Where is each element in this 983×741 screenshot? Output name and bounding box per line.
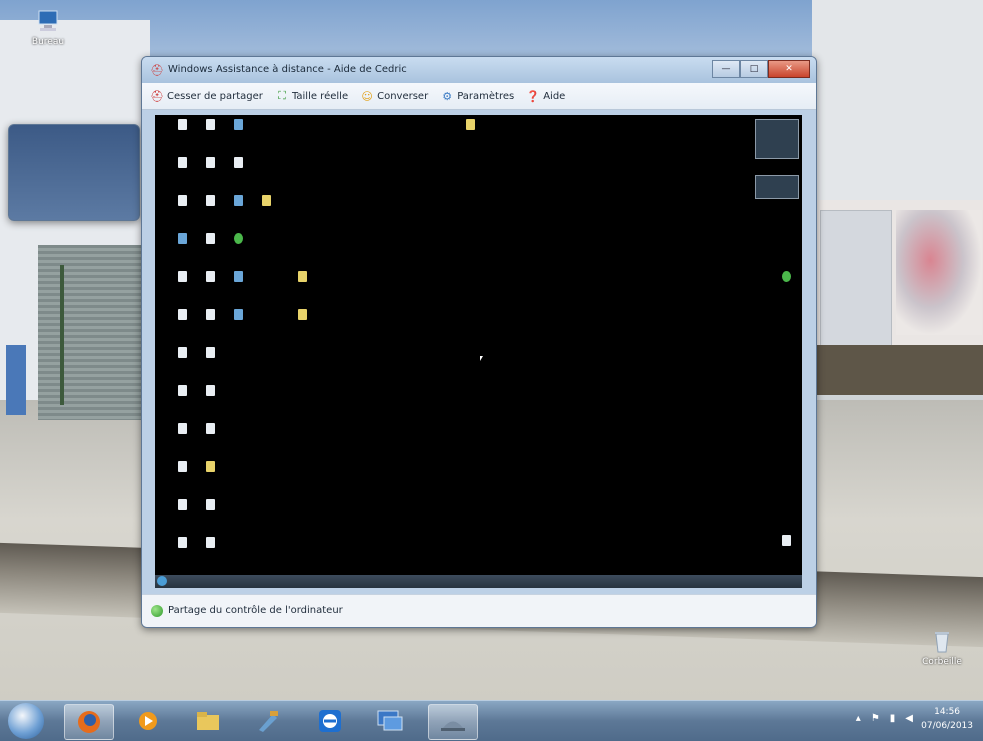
window-controls: — □ ✕ [712,60,810,78]
desktop-icon-label: Corbeille [922,657,962,667]
stop-sharing-label: Cesser de partager [167,90,263,102]
chat-icon: ☺ [361,89,373,103]
wallpaper-wall-base [812,345,983,395]
remote-assistance-icon [441,721,465,731]
system-tray: ▴ ⚑ ▮ ◀ [846,713,913,724]
remote-desktop-icon[interactable] [213,157,263,170]
desktop-icon-label: Bureau [31,37,65,47]
taskbar: ▴ ⚑ ▮ ◀ 14:56 07/06/2013 [0,700,983,741]
remote-desktop-icon[interactable] [213,271,263,284]
window-toolbar: ⛑ Cesser de partager ⛶ Taille réelle ☺ C… [142,83,816,110]
wallpaper-rolling-door [820,210,892,347]
explorer-icon[interactable] [184,704,232,738]
remote-gadget-thumbnail[interactable] [755,119,799,159]
window-titlebar[interactable]: ⛑ Windows Assistance à distance - Aide d… [142,57,816,83]
wallpaper-graffiti [896,210,982,335]
remote-desktop-icon[interactable] [185,423,235,436]
remote-assistance-taskbar-button[interactable] [428,704,478,740]
desktop-icon-recycle-bin[interactable]: Corbeille [912,628,972,667]
remote-desktop-icon[interactable] [185,499,235,512]
teamviewer-icon[interactable] [306,704,354,738]
remote-desktop-icon[interactable] [213,119,263,132]
wallpaper-windows [8,124,140,221]
computer-icon [38,10,58,31]
remote-desktop-icon[interactable] [185,461,235,474]
settings-button[interactable]: ⚙ Paramètres [440,90,514,103]
help-label: Aide [543,90,566,102]
remote-desktop-icon[interactable] [277,309,327,322]
remote-desktop-icon[interactable] [185,385,235,398]
remote-desktop-icon[interactable] [213,309,263,322]
remote-desktop-view[interactable] [155,115,802,575]
help-button[interactable]: ❓ Aide [526,90,565,103]
remote-desktop-icon[interactable] [277,271,327,284]
remote-assistance-window: ⛑ Windows Assistance à distance - Aide d… [141,56,817,628]
window-statusbar: Partage du contrôle de l'ordinateur [142,594,816,627]
remote-desktop-icon[interactable] [761,271,811,284]
actual-size-icon: ⛶ [278,89,286,102]
remote-desktop-icon[interactable] [185,537,235,550]
chat-label: Converser [377,90,429,102]
actual-size-button[interactable]: ⛶ Taille réelle [275,89,348,103]
remote-gadget-thumbnail[interactable] [755,175,799,199]
status-text: Partage du contrôle de l'ordinateur [168,605,343,616]
maximize-button[interactable]: □ [740,60,768,78]
clock[interactable]: 14:56 07/06/2013 [921,705,973,733]
media-player-icon[interactable] [124,704,172,738]
remote-assistance-icon: ⛑ [150,64,164,77]
start-button[interactable] [8,703,44,739]
clock-date: 07/06/2013 [921,721,973,731]
volume-icon[interactable]: ◀ [905,713,913,724]
remote-desktop-icon[interactable] [241,195,291,208]
remote-desktop-icon[interactable] [761,535,811,548]
action-center-flag-icon[interactable]: ⚑ [871,713,880,724]
stop-sharing-icon: ⛑ [150,89,164,103]
window-title: Windows Assistance à distance - Aide de … [168,64,407,75]
recycle-bin-icon [935,632,949,653]
tool-icon[interactable] [244,704,292,738]
wallpaper-post [60,265,64,405]
remote-start-icon[interactable] [157,576,167,586]
clock-time: 14:56 [934,707,961,717]
close-button[interactable]: ✕ [768,60,810,78]
remote-desktop-icon[interactable] [185,347,235,360]
show-hidden-icons-icon[interactable]: ▴ [856,713,861,724]
desktop-icon-computer[interactable]: Bureau [18,8,78,47]
settings-label: Paramètres [457,90,515,102]
remote-desktop-icon[interactable] [445,119,495,132]
actual-size-label: Taille réelle [291,90,349,102]
chat-button[interactable]: ☺ Converser [360,90,428,103]
status-indicator-icon [151,605,163,617]
stop-sharing-button[interactable]: ⛑ Cesser de partager [150,90,263,103]
wallpaper-blue-panel [6,345,26,415]
network-icon[interactable]: ▮ [890,713,896,724]
remote-taskbar[interactable] [155,575,802,588]
firefox-icon[interactable] [64,704,114,740]
remote-cursor [480,356,483,361]
wallpaper-garage-door [38,245,148,420]
remote-desktop-icon[interactable] [366,704,414,738]
help-icon: ❓ [526,89,541,103]
wallpaper-building-right [812,0,983,395]
minimize-button[interactable]: — [712,60,740,78]
remote-desktop-icon[interactable] [213,233,263,246]
wallpaper-building-left [0,20,150,420]
settings-icon: ⚙ [442,89,453,103]
